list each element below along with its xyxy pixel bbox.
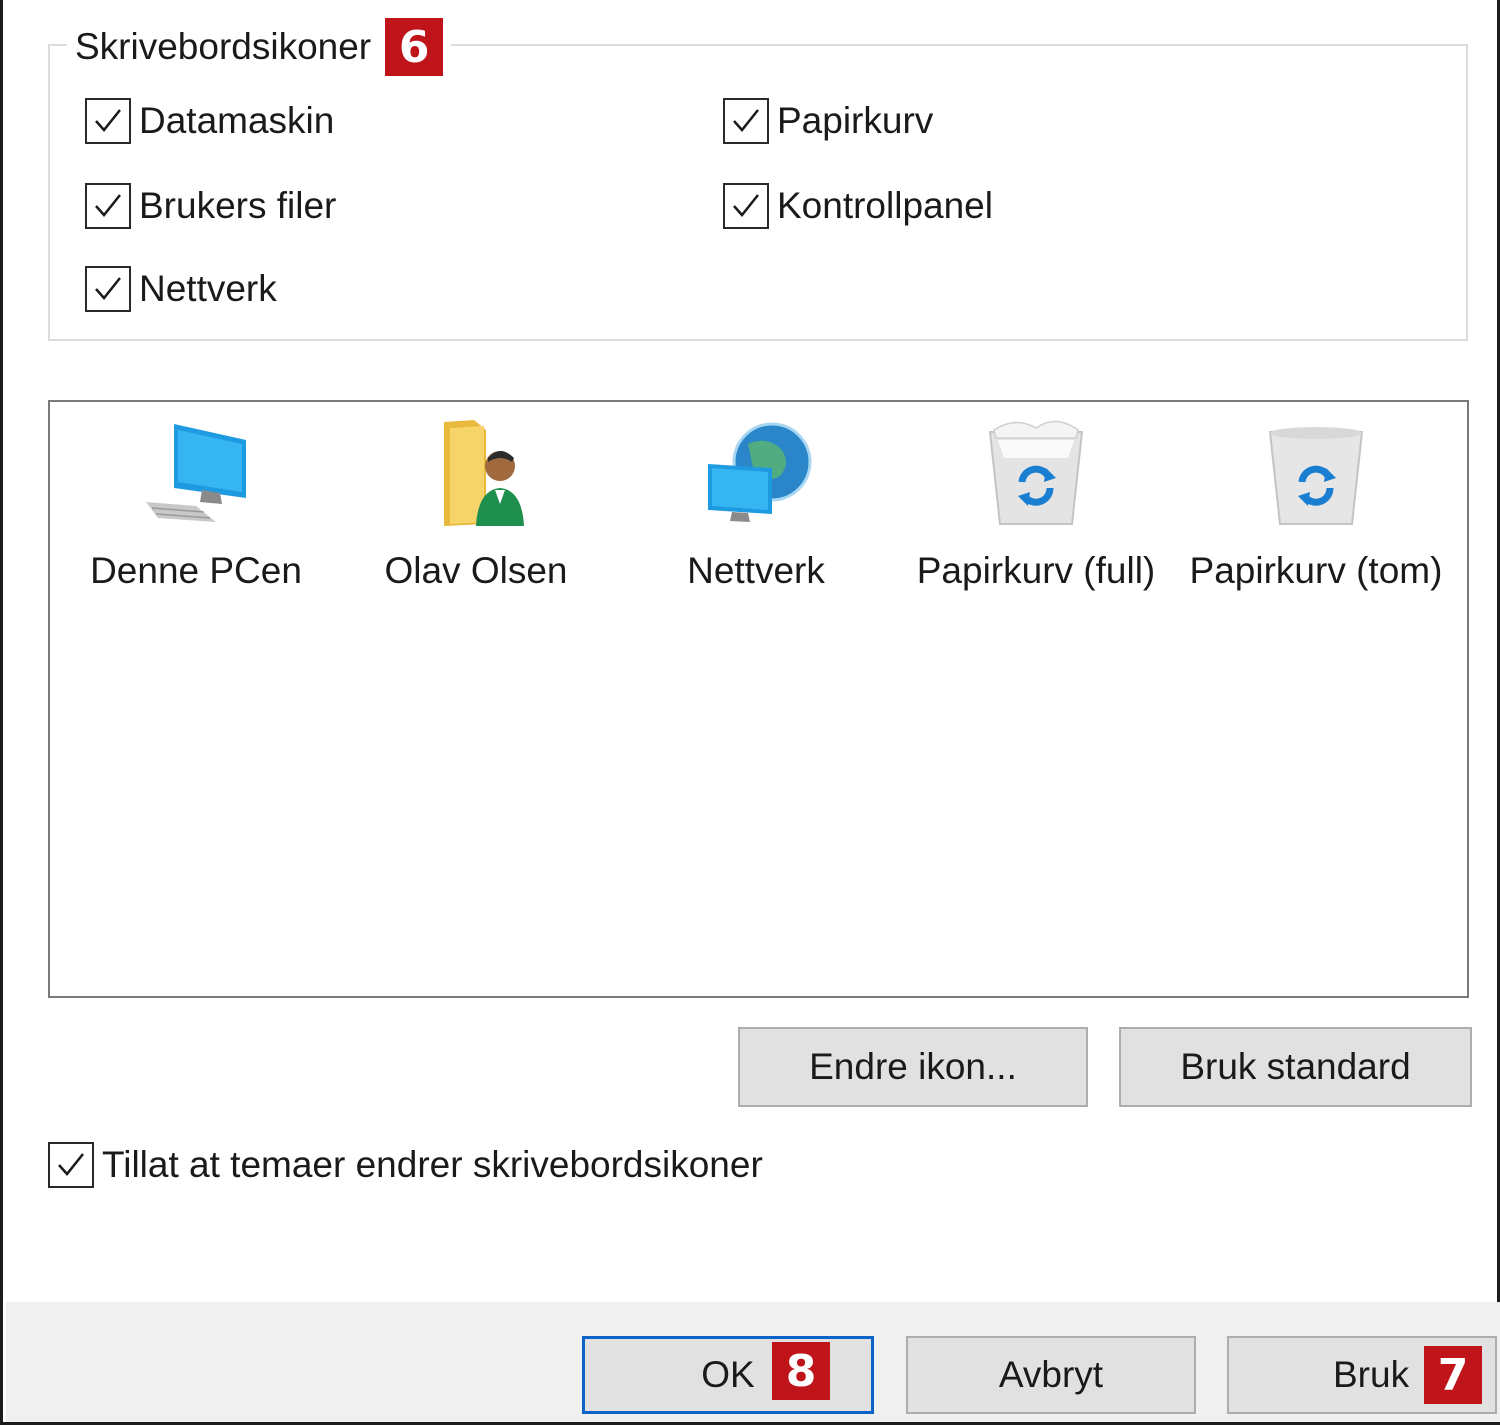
icon-item-recycle-bin-full[interactable]: Papirkurv (full) <box>896 418 1176 592</box>
step-badge-8: 8 <box>772 1342 830 1400</box>
checkbox-label: Nettverk <box>139 268 277 309</box>
step-badge-7: 7 <box>1424 1346 1482 1404</box>
checkbox-box[interactable] <box>723 183 769 229</box>
checkbox-box[interactable] <box>85 183 131 229</box>
checkbox-user-files[interactable]: Brukers filer <box>85 183 336 229</box>
checkbox-box[interactable] <box>48 1142 94 1188</box>
recycle-bin-empty-icon <box>1268 427 1364 525</box>
checkbox-network[interactable]: Nettverk <box>85 266 277 312</box>
checkmark-icon <box>95 277 121 300</box>
groupbox-title: Skrivebordsikoner <box>75 26 372 67</box>
checkbox-label: Brukers filer <box>139 185 337 226</box>
checkbox-label: Papirkurv <box>777 100 934 141</box>
icon-item-this-pc[interactable]: Denne PCen <box>56 418 336 592</box>
step-badge-6: 6 <box>385 18 444 76</box>
icon-item-user-files[interactable]: Olav Olsen <box>336 418 616 592</box>
icon-item-recycle-bin-empty[interactable]: Papirkurv (tom) <box>1176 418 1456 592</box>
icon-label: Denne PCen <box>90 550 302 591</box>
ok-button[interactable]: OK <box>582 1336 874 1414</box>
icon-label: Papirkurv (tom) <box>1189 550 1443 591</box>
change-icon-button[interactable]: Endre ikon... <box>738 1027 1088 1107</box>
cancel-button[interactable]: Avbryt <box>906 1336 1196 1414</box>
checkmark-icon <box>95 109 121 132</box>
checkmark-icon <box>733 109 759 132</box>
desktop-icon-list[interactable]: Denne PCen Olav Olsen Nettverk Papirkurv… <box>48 400 1469 998</box>
checkmark-icon <box>58 1153 84 1176</box>
user-folder-icon <box>444 420 524 526</box>
checkbox-box[interactable] <box>85 98 131 144</box>
recycle-bin-full-icon <box>988 420 1084 525</box>
checkbox-allow-themes[interactable]: Tillat at temaer endrer skrivebordsikone… <box>48 1142 763 1188</box>
checkmark-icon <box>733 194 759 217</box>
network-icon <box>708 422 812 522</box>
checkbox-computer[interactable]: Datamaskin <box>85 98 334 144</box>
groupbox-legend: Skrivebordsikoner 6 <box>67 18 452 76</box>
icon-item-network[interactable]: Nettverk <box>616 418 896 592</box>
checkbox-label: Tillat at temaer endrer skrivebordsikone… <box>102 1144 763 1185</box>
desktop-icon-settings-dialog: Skrivebordsikoner 6 Datamaskin Papirkurv… <box>0 0 1500 1425</box>
icon-label: Nettverk <box>687 550 825 591</box>
checkbox-label: Kontrollpanel <box>777 185 993 226</box>
restore-default-button[interactable]: Bruk standard <box>1119 1027 1472 1107</box>
checkbox-control-panel[interactable]: Kontrollpanel <box>723 183 993 229</box>
checkbox-label: Datamaskin <box>139 100 335 141</box>
icon-label: Olav Olsen <box>384 550 568 591</box>
checkbox-recycle-bin[interactable]: Papirkurv <box>723 98 933 144</box>
icon-label: Papirkurv (full) <box>916 550 1156 591</box>
checkbox-box[interactable] <box>723 98 769 144</box>
checkmark-icon <box>95 194 121 217</box>
computer-icon <box>146 424 246 522</box>
checkbox-box[interactable] <box>85 266 131 312</box>
